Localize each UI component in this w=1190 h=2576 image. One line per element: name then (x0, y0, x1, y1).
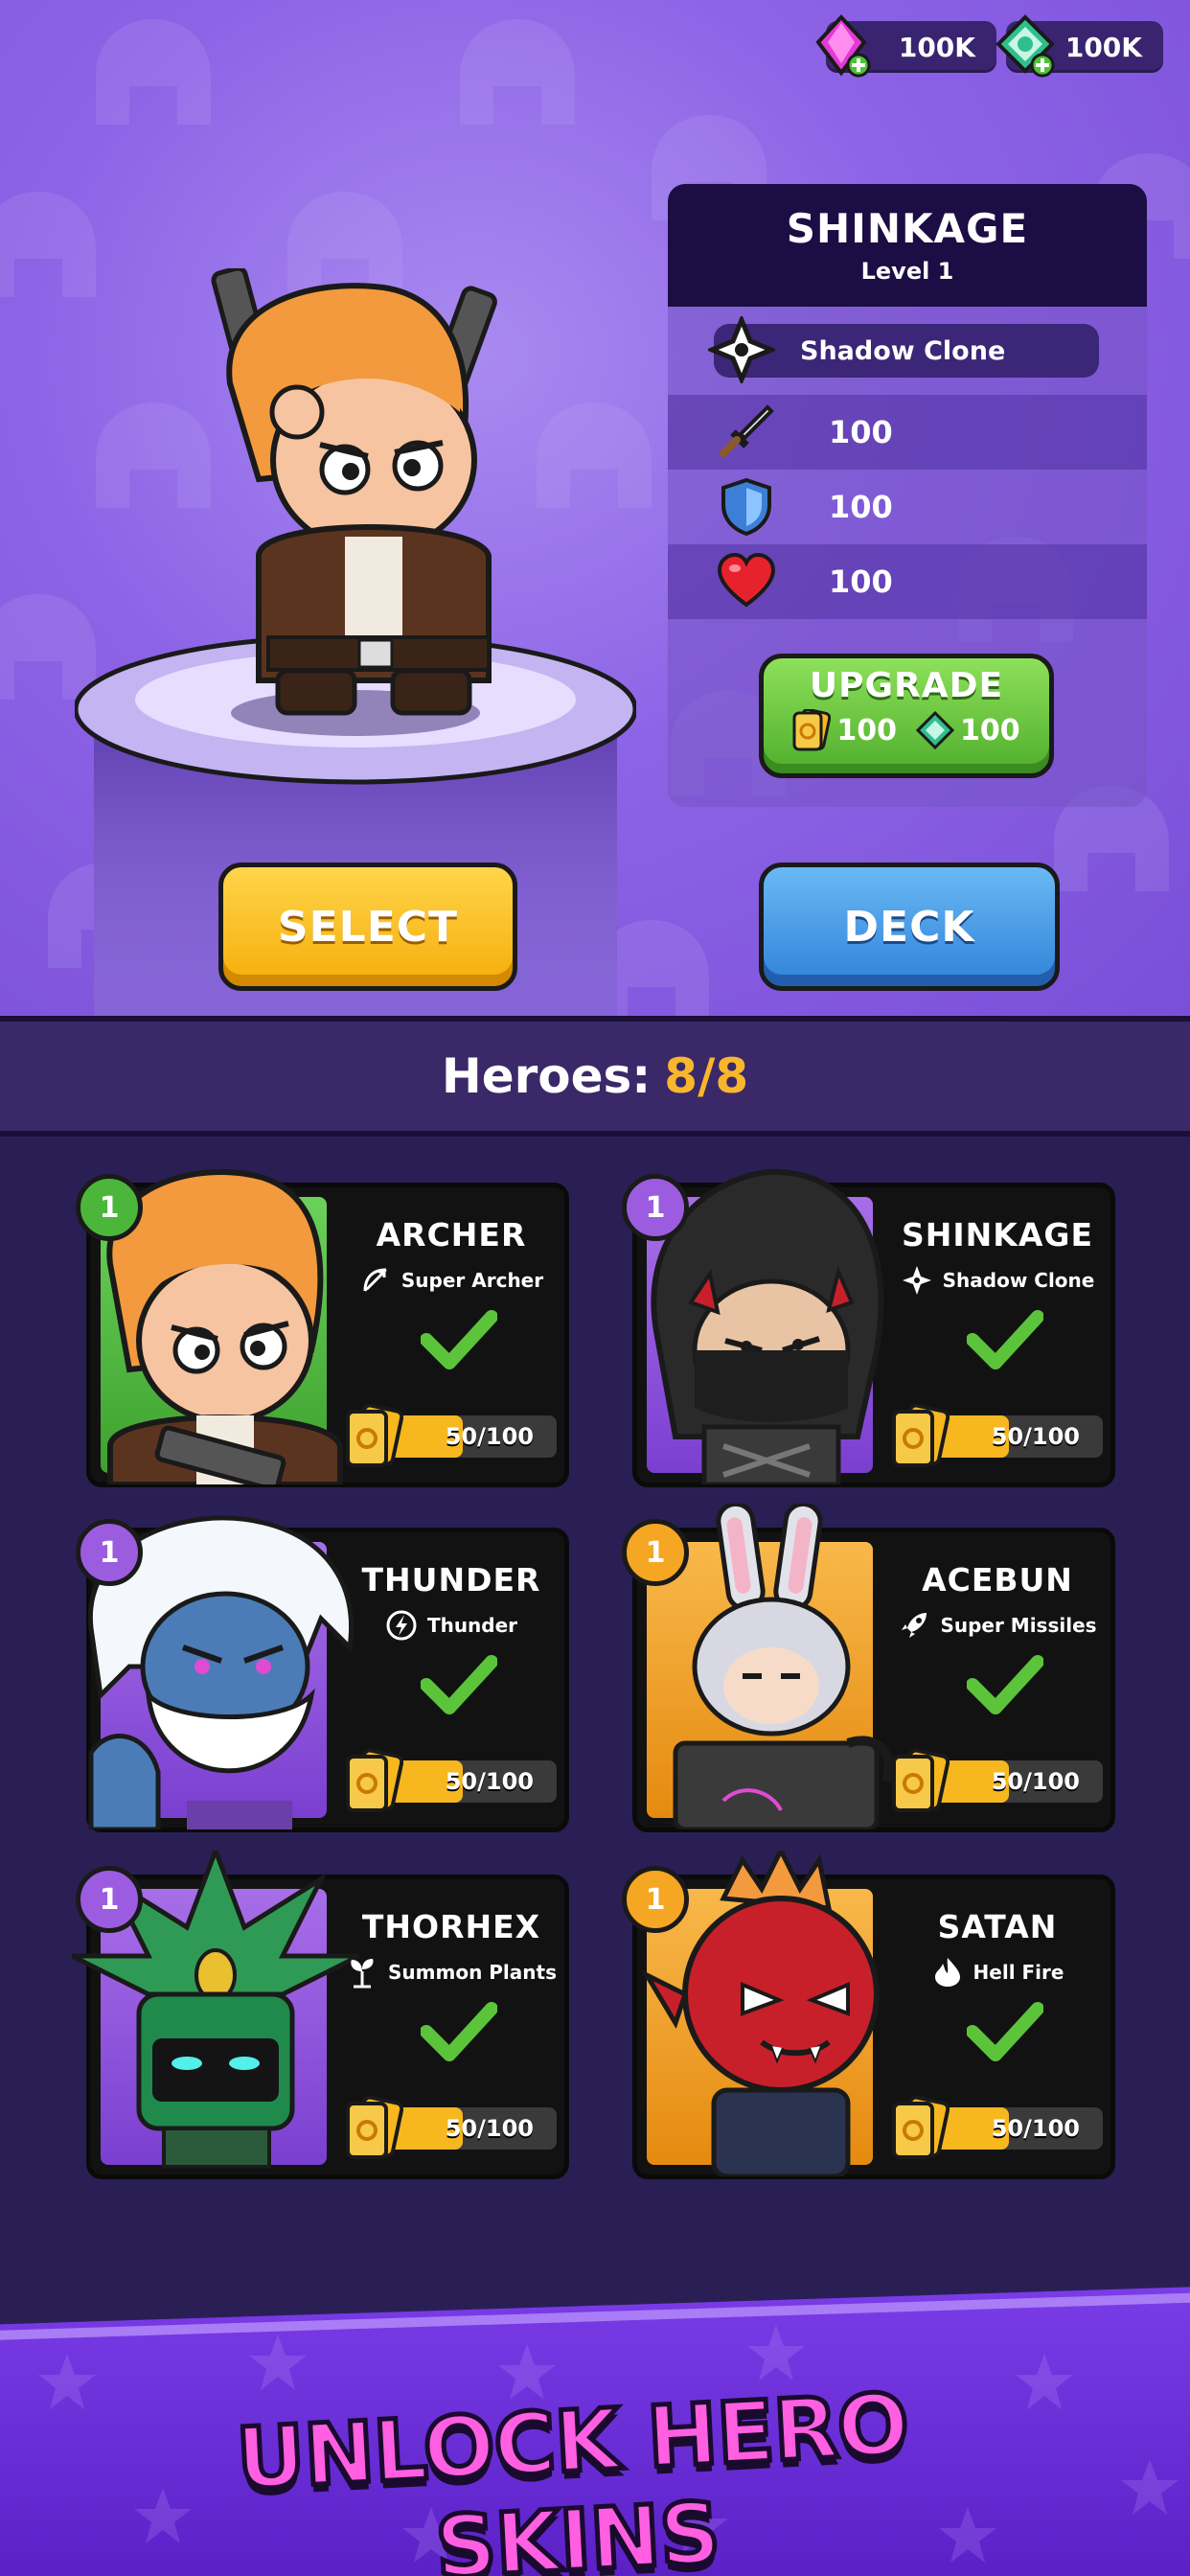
token-icon (916, 710, 954, 750)
hero-card-thunder[interactable]: 1 THUNDER Thunder 50/100 (76, 1515, 569, 1832)
select-button[interactable]: SELECT (218, 862, 517, 991)
progress-text: 50/100 (991, 1768, 1080, 1795)
shield-icon (721, 477, 771, 537)
hero-card-icon (892, 1749, 950, 1812)
ability-pill[interactable]: Shadow Clone (708, 316, 1099, 383)
stat-defense-value: 100 (829, 489, 893, 525)
hero-level: Level 1 (860, 258, 954, 285)
heroes-label: Heroes: (441, 1048, 652, 1104)
shuriken-icon (708, 316, 775, 383)
plant-icon (351, 1959, 374, 1989)
hero-card-icon (892, 2096, 950, 2159)
hero-card-acebun[interactable]: 1 ACEBUN Super Missiles 50/100 (622, 1504, 1115, 1832)
hero-card-skill-name: Summon Plants (388, 1961, 557, 1984)
hero-card-skill-name: Shadow Clone (942, 1269, 1095, 1292)
hero-card-icon (792, 709, 832, 751)
hero-card-skill-name: Super Missiles (940, 1614, 1097, 1637)
hero-card-skill: Shadow Clone (882, 1264, 1112, 1297)
hero-card-name: SATAN (937, 1908, 1058, 1945)
hero-card-skill: Hell Fire (882, 1956, 1112, 1989)
hero-card-name: ARCHER (376, 1216, 527, 1254)
hero-level-badge: 1 (76, 1866, 143, 1933)
hero-info-panel: SHINKAGE Level 1 Shadow Clone 100 100 10… (668, 184, 1147, 807)
upgrade-card-cost: 100 (792, 709, 897, 751)
lightning-icon (386, 1610, 417, 1641)
stat-health-value: 100 (829, 564, 893, 600)
upgrade-token-cost-value: 100 (960, 713, 1020, 748)
checkmark-icon (421, 1310, 497, 1369)
heroes-header: Heroes: 8/8 (0, 1016, 1190, 1137)
hero-card-name: THORHEX (361, 1908, 541, 1945)
checkmark-icon (967, 2002, 1043, 2061)
upgrade-card-cost-value: 100 (836, 713, 897, 748)
hero-card-satan[interactable]: 1 SATAN Hell Fire 50/100 (622, 1851, 1115, 2179)
sword-icon (720, 404, 774, 457)
fire-icon (934, 1958, 960, 1987)
bow-icon (363, 1268, 387, 1292)
gem-counter[interactable]: 100K (815, 14, 996, 78)
checkmark-icon (421, 1655, 497, 1714)
hero-card-archer[interactable]: 1 ARCHER Super Archer 50/100 (76, 1169, 569, 1487)
hero-card-name: THUNDER (361, 1561, 541, 1598)
hero-card-shinkage[interactable]: 1 SHINKAGE Shadow Clone 50/100 (622, 1168, 1115, 1487)
pink-gem-icon (815, 14, 871, 78)
green-token-icon (995, 14, 1055, 78)
progress-text: 50/100 (991, 2115, 1080, 2142)
token-count: 100K (1064, 31, 1142, 63)
stat-defense-row: 100 (668, 470, 1147, 544)
shuriken-icon (902, 1266, 931, 1295)
selected-hero-figure (211, 268, 497, 716)
heroes-count: 8/8 (664, 1048, 749, 1104)
hero-card-skill-name: Super Archer (400, 1269, 544, 1292)
heart-icon (717, 552, 776, 608)
stat-health-row: 100 (668, 544, 1147, 619)
hero-card-skill: Super Archer (336, 1264, 566, 1297)
hero-showcase: 100K 100K SHINKAGE Level 1 Shadow Clone … (0, 0, 1190, 1016)
upgrade-token-cost: 100 (916, 709, 1020, 751)
promo-banner: UNLOCK HERO SKINS (0, 2277, 1190, 2576)
hero-level-badge: 1 (76, 1519, 143, 1586)
stat-attack-value: 100 (829, 414, 893, 450)
progress-text: 50/100 (445, 1423, 534, 1450)
hero-card-skill: Super Missiles (882, 1609, 1112, 1642)
rocket-icon (902, 1613, 927, 1638)
hero-card-skill-name: Thunder (426, 1614, 518, 1637)
upgrade-button[interactable]: UPGRADE 100 100 (759, 654, 1054, 778)
hero-card-icon (892, 1404, 950, 1467)
hero-level-badge: 1 (76, 1174, 143, 1241)
hero-grid: 1 ARCHER Super Archer 50/100 1 SHINKAGE … (0, 1137, 1190, 2277)
hero-card-skill: Thunder (336, 1609, 566, 1642)
checkmark-icon (421, 2002, 497, 2061)
progress-text: 50/100 (445, 2115, 534, 2142)
hero-card-name: ACEBUN (922, 1561, 1073, 1598)
hero-level-badge: 1 (622, 1866, 689, 1933)
stat-attack-row: 100 (668, 395, 1147, 470)
hero-level-badge: 1 (622, 1519, 689, 1586)
hero-card-icon (346, 1404, 403, 1467)
checkmark-icon (967, 1310, 1043, 1369)
progress-text: 50/100 (991, 1423, 1080, 1450)
upgrade-label: UPGRADE (809, 666, 1004, 705)
hero-card-icon (346, 2096, 403, 2159)
hero-card-name: SHINKAGE (901, 1216, 1094, 1254)
token-counter[interactable]: 100K (995, 14, 1163, 78)
ability-name: Shadow Clone (800, 335, 1006, 366)
checkmark-icon (967, 1655, 1043, 1714)
hero-name: SHINKAGE (786, 205, 1029, 252)
hero-info-header: SHINKAGE Level 1 (668, 184, 1147, 307)
hero-card-thorhex[interactable]: 1 THORHEX Summon Plants 50/100 (72, 1851, 569, 2179)
progress-text: 50/100 (445, 1768, 534, 1795)
gem-count: 100K (898, 31, 975, 63)
hero-level-badge: 1 (622, 1174, 689, 1241)
hero-card-icon (346, 1749, 403, 1812)
deck-button[interactable]: DECK (759, 862, 1060, 991)
hero-card-skill: Summon Plants (336, 1956, 566, 1989)
hero-card-skill-name: Hell Fire (973, 1961, 1064, 1984)
